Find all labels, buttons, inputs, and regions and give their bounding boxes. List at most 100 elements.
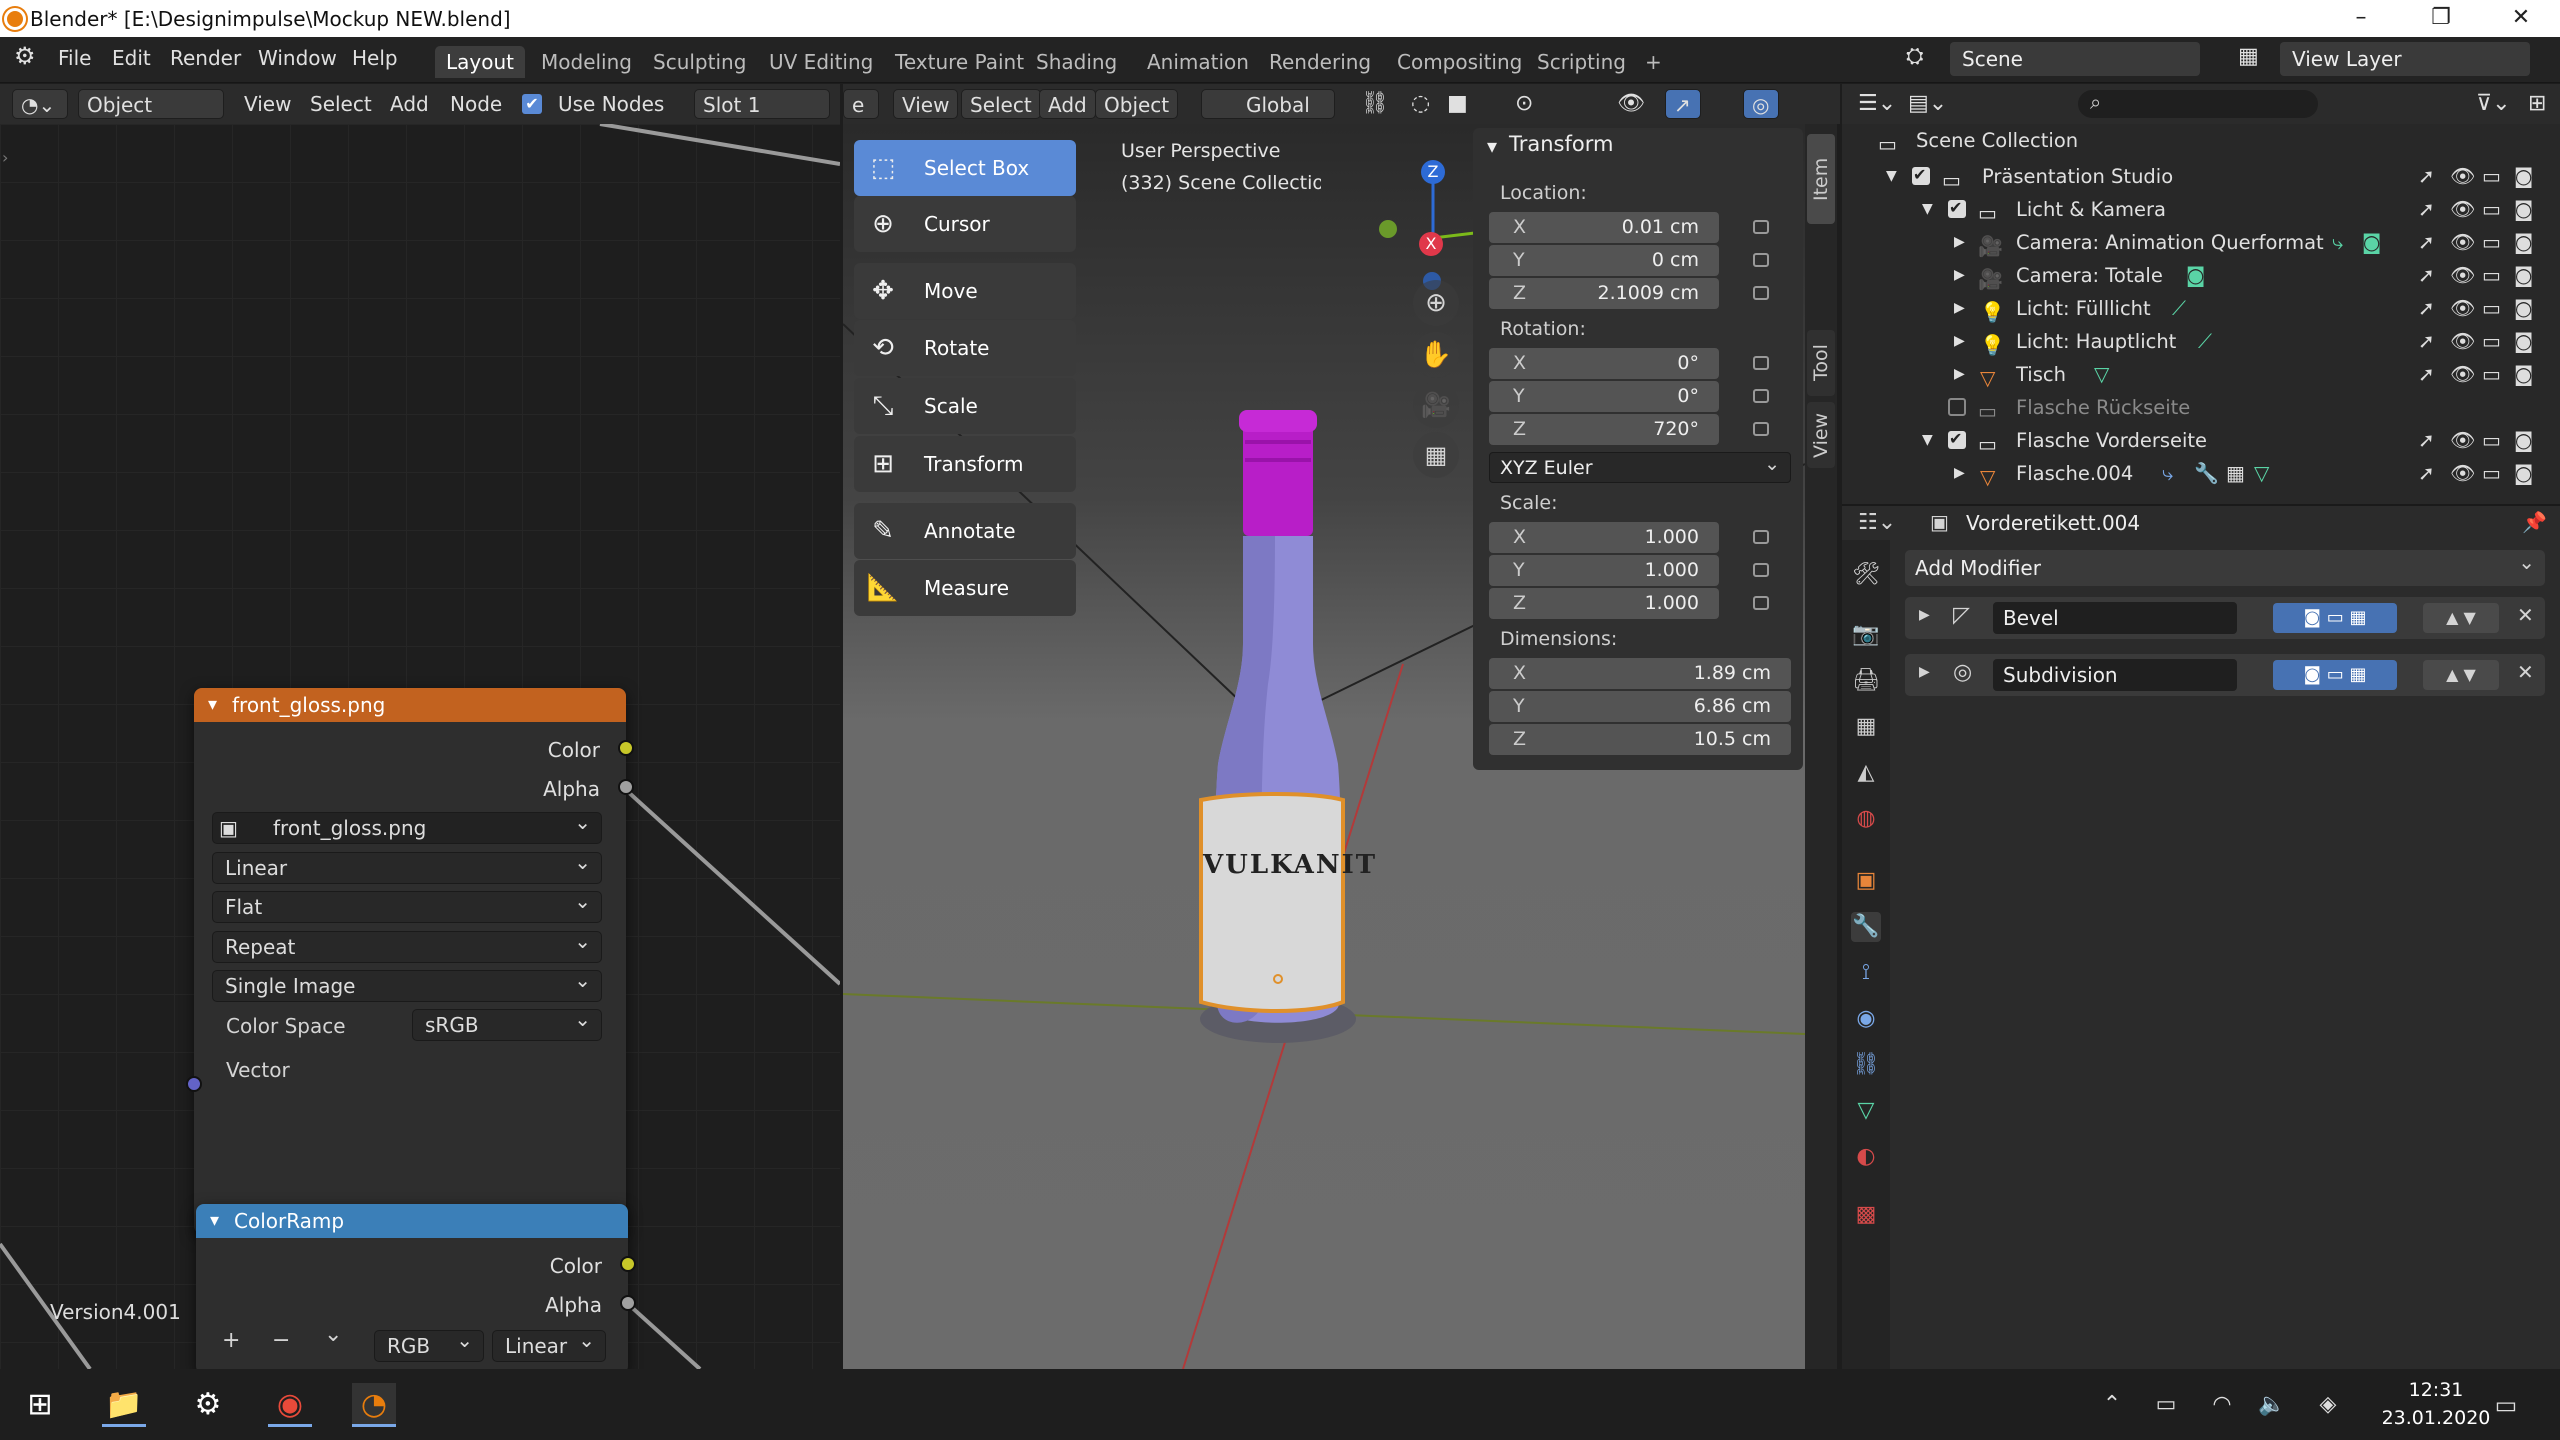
menu-window[interactable]: Window (258, 46, 337, 70)
menu-render[interactable]: Render (170, 46, 241, 70)
physics-icon[interactable]: ◉ (1851, 1004, 1881, 1034)
pivot-icon[interactable]: ⛓ (1353, 89, 1397, 119)
dimensions-y-field[interactable]: Y 6.86 cm (1489, 691, 1791, 722)
location-z-field[interactable]: Z 2.1009 cm (1489, 278, 1719, 309)
tool-scale[interactable]: ⤡ Scale (854, 378, 1076, 434)
pin-icon[interactable]: 📌 (2522, 510, 2547, 534)
view-layer-selector[interactable]: View Layer (2280, 42, 2530, 76)
display-mode-icon[interactable]: ▤⌄ (1900, 89, 1955, 119)
modifier-move-buttons[interactable]: ▲ ▼ (2423, 660, 2499, 690)
lock-icon[interactable] (1753, 253, 1769, 267)
view-layer-tab-icon[interactable]: ▦ (1851, 712, 1881, 742)
monitor-icon[interactable]: ▭ (2482, 259, 2501, 292)
object-mode-dropdown[interactable]: Object (78, 89, 224, 119)
eye-icon[interactable]: 👁 (2450, 193, 2475, 226)
eye-icon[interactable]: 👁 (2450, 226, 2475, 259)
render-icon[interactable]: 📷 (1851, 620, 1881, 650)
viewport-select-menu[interactable]: Select (961, 89, 1041, 119)
constraints-icon[interactable]: ⛓ (1851, 1050, 1881, 1080)
monitor-icon[interactable]: ▭ (2482, 325, 2501, 358)
particles-icon[interactable]: ⟟ (1851, 958, 1881, 988)
tab-tool[interactable]: Tool (1807, 330, 1835, 396)
eye-icon[interactable]: 👁 (2450, 457, 2475, 490)
maximize-button[interactable]: ❐ (2406, 0, 2476, 37)
close-button[interactable]: ✕ (2486, 0, 2556, 37)
zoom-icon[interactable]: ⊕ (1413, 280, 1459, 326)
image-browse-icon[interactable]: ▣ (219, 813, 238, 843)
tool-rotate[interactable]: ⟲ Rotate (854, 320, 1076, 376)
rotation-z-field[interactable]: Z 720° (1489, 414, 1719, 445)
select-arrow-icon[interactable]: ➚ (2418, 226, 2435, 259)
object-tab-icon[interactable]: ▣ (1851, 866, 1881, 896)
tab-texture-paint[interactable]: Texture Paint (884, 46, 1035, 78)
lock-icon[interactable] (1753, 220, 1769, 234)
colorramp-title[interactable]: ColorRamp (196, 1204, 628, 1238)
orientation-dropdown[interactable]: Global (1201, 89, 1335, 119)
lock-icon[interactable] (1753, 563, 1769, 577)
camera-icon[interactable]: ◙ (2514, 292, 2533, 325)
monitor-icon[interactable]: ▭ (2482, 358, 2501, 391)
add-workspace-button[interactable]: + (1634, 46, 1673, 78)
select-arrow-icon[interactable]: ➚ (2418, 424, 2435, 457)
properties-editor-icon[interactable]: ☷⌄ (1858, 510, 1896, 535)
expand-arrow-icon[interactable]: › (2, 148, 8, 167)
windows-start-icon[interactable]: ⊞ (18, 1383, 62, 1427)
camera-icon[interactable]: ◙ (2514, 424, 2533, 457)
outliner-row[interactable]: ▶ 💡 Licht: Fülllicht ⟋ ➚ 👁 ▭ ◙ (1842, 292, 2560, 325)
tool-transform[interactable]: ⊞ Transform (854, 436, 1076, 492)
expand-right-icon[interactable]: ▶ (1919, 664, 1930, 680)
image-vector-socket[interactable] (186, 1076, 202, 1092)
monitor-icon[interactable]: ▭ (2482, 424, 2501, 457)
tool-move[interactable]: ✥ Move (854, 263, 1076, 319)
outliner-row[interactable]: ▶ 🎥 Camera: Animation Querformat ⤷ ◙ ➚ 👁 ▭ ◙ (1842, 226, 2560, 259)
lock-icon[interactable] (1753, 389, 1769, 403)
ramp-interp-dropdown[interactable]: Linear (492, 1325, 606, 1362)
source-dropdown[interactable]: Single Image (212, 965, 602, 1002)
camera-icon[interactable]: ◙ (2514, 325, 2533, 358)
scene-tab-icon[interactable]: ◭ (1851, 758, 1881, 788)
select-arrow-icon[interactable]: ➚ (2418, 292, 2435, 325)
expand-right-icon[interactable]: ▶ (1919, 607, 1930, 623)
monitor-icon[interactable]: ▭ (2482, 160, 2501, 193)
viewport-add-menu[interactable]: Add (1039, 89, 1096, 119)
ramp-color-socket[interactable] (620, 1256, 636, 1272)
tab-shading[interactable]: Shading (1025, 46, 1128, 78)
ramp-remove-button[interactable]: − (272, 1328, 290, 1353)
colorramp-node[interactable]: ColorRamp Color Alpha + − ⌄ RGB Linear (196, 1204, 628, 1374)
rotation-mode-dropdown[interactable]: XYZ Euler ⌄ (1489, 452, 1791, 483)
scale-x-field[interactable]: X 1.000 (1489, 522, 1719, 553)
mesh-data-tab-icon[interactable]: ▽ (1851, 1096, 1881, 1126)
camera-icon[interactable]: ◙ (2514, 259, 2533, 292)
ramp-add-button[interactable]: + (222, 1328, 240, 1353)
tool-cursor[interactable]: ⊕ Cursor (854, 196, 1076, 252)
outliner-row[interactable]: ▶ ▽ Flasche.004 ⤷ 🔧 ▦ ▽ ➚ 👁 ▭ ◙ (1842, 457, 2560, 490)
editor-type-icon[interactable]: ◔⌄ (12, 89, 68, 119)
gizmo-toggle-icon[interactable]: ↗ (1665, 89, 1701, 119)
modifier-remove-icon[interactable]: ✕ (2517, 603, 2534, 627)
monitor-icon[interactable]: ▭ (2482, 292, 2501, 325)
scale-z-field[interactable]: Z 1.000 (1489, 588, 1719, 619)
notification-icon[interactable]: ▭ (2484, 1383, 2528, 1427)
monitor-icon[interactable]: ▭ (2482, 457, 2501, 490)
tab-item[interactable]: Item (1807, 134, 1835, 224)
expand-right-icon[interactable]: ▶ (1954, 457, 1965, 490)
snap-icon[interactable]: ◌ (1403, 89, 1438, 119)
material-tab-icon[interactable]: ◐ (1851, 1142, 1881, 1172)
image-texture-node[interactable]: front_gloss.png Color Alpha ▣ front_glos… (194, 688, 626, 1234)
interpolation-dropdown[interactable]: Linear (212, 847, 602, 884)
blender-taskbar-icon[interactable]: ◔ (352, 1383, 396, 1427)
eye-icon[interactable]: 👁 (2450, 259, 2475, 292)
battery-icon[interactable]: ▭ (2144, 1383, 2188, 1427)
viewport-object-menu[interactable]: Object (1095, 89, 1179, 119)
tray-chevron-icon[interactable]: ⌃ (2090, 1383, 2134, 1427)
tab-view[interactable]: View (1807, 402, 1835, 468)
slot-dropdown[interactable]: Slot 1 (694, 89, 830, 119)
menu-help[interactable]: Help (352, 46, 398, 70)
visibility-icon[interactable]: 👁 (1609, 89, 1653, 119)
outliner-row[interactable]: ▶ 💡 Licht: Hauptlicht ⟋ ➚ 👁 ▭ ◙ (1842, 325, 2560, 358)
color-space-dropdown[interactable]: sRGB (412, 1004, 602, 1041)
node-add-menu[interactable]: Add (382, 89, 437, 119)
tab-uv-editing[interactable]: UV Editing (758, 46, 884, 78)
node-editor[interactable]: › front_gloss.png Color Alpha ▣ front_gl… (0, 124, 840, 1374)
monitor-icon[interactable]: ▭ (2482, 226, 2501, 259)
